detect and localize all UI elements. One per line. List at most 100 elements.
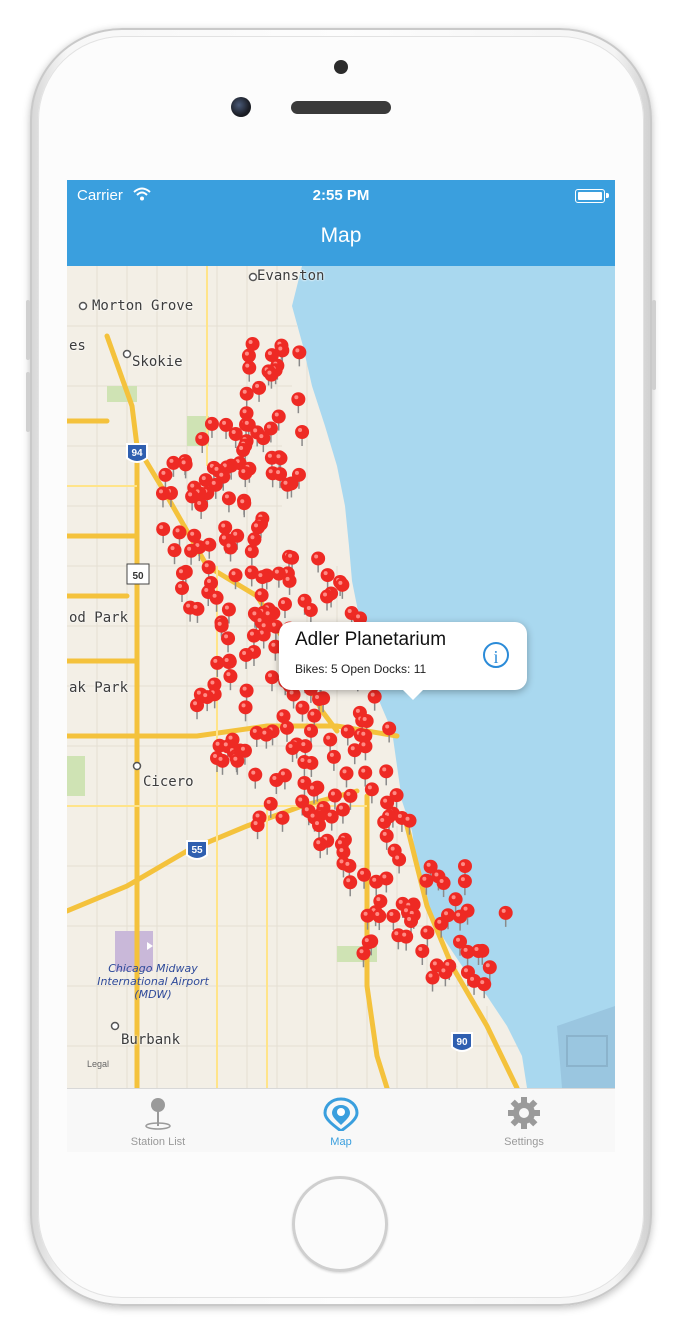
station-pin — [156, 522, 171, 544]
tab-label-map: Map — [330, 1136, 352, 1148]
nav-bar: Carrier 2:55 PM Map — [67, 180, 615, 266]
station-pin — [279, 720, 294, 742]
station-pin — [269, 773, 284, 795]
station-pin — [436, 876, 451, 898]
station-pin — [190, 601, 205, 623]
station-pin — [282, 573, 297, 595]
station-pin — [210, 655, 225, 677]
station-pin — [434, 916, 449, 938]
battery-icon — [575, 189, 605, 203]
station-pin — [221, 491, 236, 513]
station-pin — [402, 813, 417, 835]
volume-up-button — [26, 300, 30, 360]
station-pin — [256, 431, 271, 453]
station-pin — [239, 386, 254, 408]
station-pin — [223, 540, 238, 562]
station-pin — [195, 431, 210, 453]
station-pin — [285, 741, 300, 763]
station-pin — [190, 698, 205, 720]
station-pin — [178, 457, 193, 479]
station-pin — [457, 874, 472, 896]
station-pin — [357, 867, 372, 889]
volume-down-button — [26, 372, 30, 432]
station-pin — [339, 766, 354, 788]
station-pin — [264, 367, 279, 389]
station-pin — [399, 929, 414, 951]
station-pin — [335, 802, 350, 824]
station-pin — [242, 360, 257, 382]
station-pin — [303, 603, 318, 625]
station-pin — [477, 977, 492, 999]
station-pin — [209, 590, 224, 612]
status-time: 2:55 PM — [312, 187, 370, 204]
front-camera — [231, 97, 251, 117]
station-pin — [498, 905, 513, 927]
station-pin — [360, 908, 375, 930]
info-button[interactable]: i — [483, 642, 509, 668]
station-pin — [280, 477, 295, 499]
station-pin — [343, 875, 358, 897]
station-pin — [311, 551, 326, 573]
station-pin — [425, 970, 440, 992]
station-pin — [275, 810, 290, 832]
station-pin — [158, 467, 173, 489]
station-pin — [438, 965, 453, 987]
page-title: Map — [320, 224, 362, 247]
station-pin — [252, 380, 267, 402]
station-pin — [460, 944, 475, 966]
station-pin — [347, 743, 362, 765]
station-pin — [194, 497, 209, 519]
station-callout[interactable]: Adler Planetarium Bikes: 5 Open Docks: 1… — [279, 622, 527, 700]
station-pin — [320, 568, 335, 590]
station-pin — [291, 392, 306, 414]
station-pin — [237, 496, 252, 518]
station-pin — [372, 909, 387, 931]
earpiece-speaker — [291, 101, 391, 114]
station-pin — [221, 631, 236, 653]
station-pin — [453, 909, 468, 931]
tab-label-station-list: Station List — [130, 1136, 186, 1148]
station-pin — [184, 543, 199, 565]
tab-label-settings: Settings — [504, 1136, 544, 1148]
station-pin — [369, 874, 384, 896]
pin-icon — [145, 1098, 171, 1130]
station-pin — [167, 543, 182, 565]
station-pin — [326, 749, 341, 771]
screen: Carrier 2:55 PM Map 94 50 55 90 Evanston… — [67, 180, 615, 1152]
callout-subtitle: Bikes: 5 Open Docks: 11 — [295, 662, 427, 676]
tab-station-list[interactable]: Station List — [67, 1089, 249, 1152]
station-pin — [155, 486, 170, 508]
station-pin — [379, 764, 394, 786]
tab-bar: Station List Map Settings — [67, 1088, 615, 1152]
proximity-sensor — [334, 60, 348, 74]
station-pin — [386, 908, 401, 930]
tab-map[interactable]: Map — [250, 1089, 432, 1152]
power-button — [652, 300, 656, 390]
station-pin — [259, 727, 274, 749]
station-pin — [250, 818, 265, 840]
station-pin — [324, 809, 339, 831]
station-pin — [367, 689, 382, 711]
callout-title: Adler Planetarium — [295, 629, 447, 650]
station-pin — [420, 925, 435, 947]
home-button[interactable] — [292, 1176, 388, 1272]
station-pin — [223, 669, 238, 691]
station-pin — [264, 670, 279, 692]
station-pin — [364, 782, 379, 804]
map-marker-icon — [323, 1097, 359, 1131]
station-pin — [248, 767, 263, 789]
station-pin — [304, 755, 319, 777]
station-pin — [392, 852, 407, 874]
station-pin — [320, 589, 335, 611]
tab-settings[interactable]: Settings — [433, 1089, 615, 1152]
station-pin — [238, 466, 253, 488]
station-pin — [340, 724, 355, 746]
map-view[interactable]: 94 50 55 90 Evanston Morton Grove es Sko… — [67, 266, 615, 1088]
station-pin — [382, 721, 397, 743]
station-pin — [239, 647, 254, 669]
station-pin — [295, 700, 310, 722]
gear-icon — [508, 1097, 540, 1129]
station-pin — [415, 943, 430, 965]
station-pin — [230, 753, 245, 775]
station-pin — [295, 424, 310, 446]
